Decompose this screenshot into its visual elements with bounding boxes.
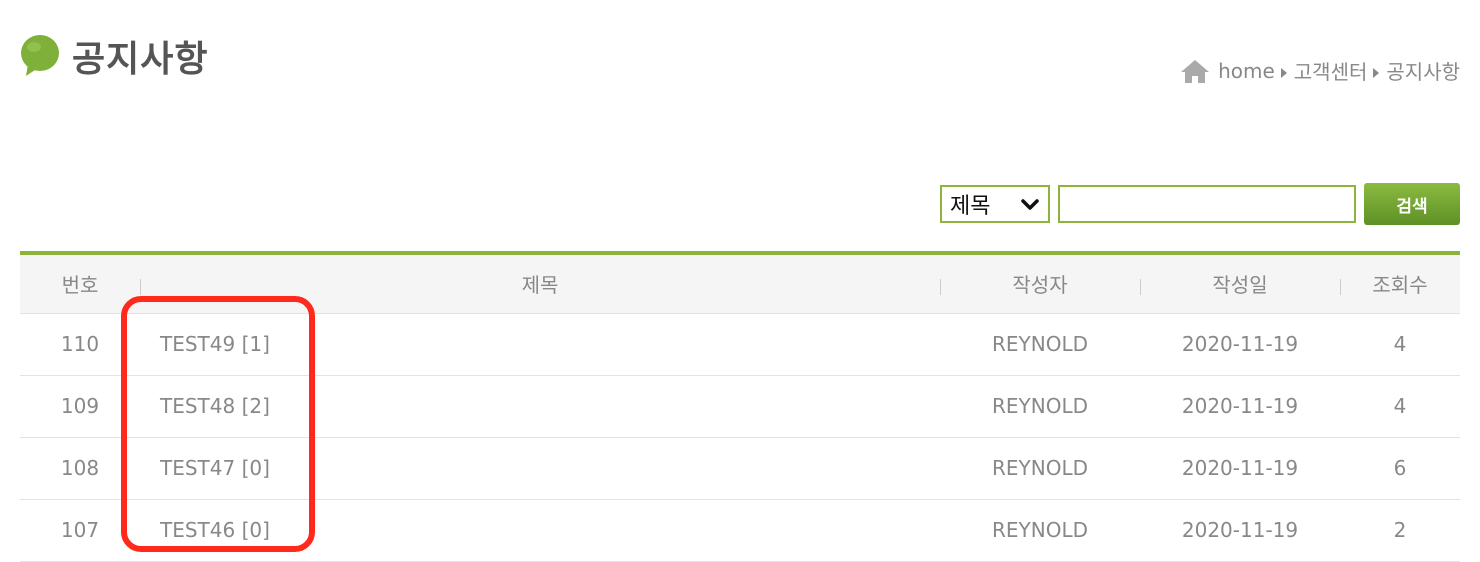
row-title-cell: TEST47 [0] — [140, 437, 940, 500]
row-title-link[interactable]: TEST49 [1] — [160, 332, 270, 356]
home-icon — [1181, 59, 1210, 83]
search-bar: 제목 검색 — [940, 183, 1460, 225]
table-row[interactable]: 108 TEST47 [0] REYNOLD 2020-11-19 6 — [20, 437, 1460, 500]
chevron-down-icon — [1021, 199, 1039, 210]
column-header-title: 제목 — [140, 253, 940, 314]
row-views: 4 — [1340, 313, 1460, 376]
breadcrumb-home-link[interactable]: home — [1218, 59, 1275, 83]
row-views: 4 — [1340, 375, 1460, 438]
breadcrumb-arrow-icon — [1373, 67, 1380, 78]
row-number: 109 — [20, 375, 140, 438]
row-author: REYNOLD — [940, 313, 1140, 376]
search-field-selected-value: 제목 — [950, 194, 991, 219]
page-header: 공지사항 — [20, 30, 208, 82]
search-button[interactable]: 검색 — [1364, 183, 1460, 225]
row-date: 2020-11-19 — [1140, 375, 1340, 438]
row-date: 2020-11-19 — [1140, 499, 1340, 562]
column-header-views: 조회수 — [1340, 253, 1460, 314]
column-header-author: 작성자 — [940, 253, 1140, 314]
row-title-link[interactable]: TEST46 [0] — [160, 518, 270, 542]
breadcrumb: home 고객센터 공지사항 — [1180, 56, 1460, 85]
table-row[interactable]: 109 TEST48 [2] REYNOLD 2020-11-19 4 — [20, 375, 1460, 438]
table-header-row: 번호 제목 작성자 작성일 조회수 — [20, 253, 1460, 314]
row-date: 2020-11-19 — [1140, 313, 1340, 376]
row-title-link[interactable]: TEST48 [2] — [160, 394, 270, 418]
column-header-date: 작성일 — [1140, 253, 1340, 314]
notice-table: 번호 제목 작성자 작성일 조회수 110 TEST49 [1] REYNOLD… — [20, 251, 1460, 562]
row-title-cell: TEST46 [0] — [140, 499, 940, 562]
row-title-cell: TEST48 [2] — [140, 375, 940, 438]
search-field-select[interactable]: 제목 — [940, 185, 1050, 223]
row-views: 2 — [1340, 499, 1460, 562]
column-header-number: 번호 — [20, 253, 140, 314]
breadcrumb-current[interactable]: 공지사항 — [1386, 56, 1460, 85]
row-number: 107 — [20, 499, 140, 562]
search-input[interactable] — [1058, 185, 1356, 223]
breadcrumb-arrow-icon — [1280, 67, 1287, 78]
breadcrumb-category-link[interactable]: 고객센터 — [1294, 56, 1368, 85]
row-author: REYNOLD — [940, 437, 1140, 500]
row-author: REYNOLD — [940, 499, 1140, 562]
row-views: 6 — [1340, 437, 1460, 500]
row-title-cell: TEST49 [1] — [140, 313, 940, 376]
table-row[interactable]: 107 TEST46 [0] REYNOLD 2020-11-19 2 — [20, 499, 1460, 562]
row-number: 108 — [20, 437, 140, 500]
row-author: REYNOLD — [940, 375, 1140, 438]
page-title: 공지사항 — [72, 39, 209, 80]
speech-bubble-icon — [21, 35, 59, 76]
row-number: 110 — [20, 313, 140, 376]
table-row[interactable]: 110 TEST49 [1] REYNOLD 2020-11-19 4 — [20, 313, 1460, 376]
row-date: 2020-11-19 — [1140, 437, 1340, 500]
row-title-link[interactable]: TEST47 [0] — [160, 456, 270, 480]
